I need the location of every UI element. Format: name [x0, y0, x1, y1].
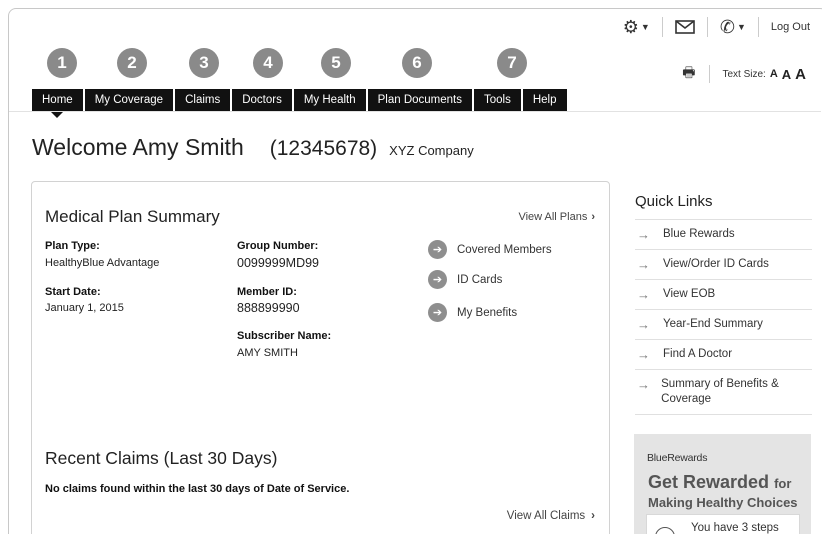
recent-claims-title: Recent Claims (Last 30 Days): [45, 448, 278, 468]
text-size-controls: 🖶 Text Size: A A A: [682, 62, 806, 86]
quick-link-summary-of-benefits[interactable]: → Summary of Benefits & Coverage: [635, 370, 812, 415]
arrow-right-circle-icon: ➔: [428, 270, 447, 289]
arrow-right-circle-icon: ➔: [428, 303, 447, 322]
quick-links-title: Quick Links: [635, 193, 713, 210]
arrow-right-circle-icon: ➔: [428, 240, 447, 259]
divider: [661, 17, 663, 37]
divider: [757, 17, 759, 37]
tab-doctors[interactable]: Doctors: [232, 89, 292, 111]
rewards-steps-text: You have 3 steps: [691, 522, 779, 534]
quick-link-find-doctor[interactable]: → Find A Doctor: [635, 340, 812, 370]
view-all-plans-link[interactable]: View All Plans ›: [518, 211, 595, 223]
quick-link-label: View/Order ID Cards: [663, 258, 769, 270]
tab-plan-documents[interactable]: Plan Documents: [367, 89, 472, 111]
member-id-label: Member ID:: [237, 286, 297, 298]
step-badge-5: 5: [321, 48, 351, 78]
arrow-right-icon: →: [637, 257, 650, 272]
tab-my-coverage[interactable]: My Coverage: [84, 89, 174, 111]
rewards-headline-for: for: [774, 476, 792, 491]
quick-link-label: Find A Doctor: [663, 348, 733, 360]
my-benefits-link[interactable]: ➔ My Benefits: [428, 303, 517, 322]
view-all-claims-label: View All Claims: [506, 510, 586, 522]
rewards-subheadline: Making Healthy Choices: [648, 495, 798, 510]
rewards-headline: Get Rewarded for: [648, 472, 791, 493]
arrow-right-icon: →: [637, 287, 650, 302]
rewards-promo[interactable]: BlueRewards Get Rewarded for Making Heal…: [634, 434, 811, 534]
quick-link-label: Summary of Benefits & Coverage: [661, 378, 779, 405]
messages-button[interactable]: [669, 16, 701, 38]
divider: [709, 65, 711, 83]
text-size-small[interactable]: A: [770, 68, 778, 80]
tab-home[interactable]: Home: [32, 89, 83, 118]
plan-type-value: HealthyBlue Advantage: [45, 257, 160, 269]
tab-claims[interactable]: Claims: [175, 89, 231, 111]
welcome-header: Welcome Amy Smith (12345678) XYZ Company: [32, 134, 474, 161]
chevron-right-icon: ›: [591, 211, 595, 223]
covered-members-link[interactable]: ➔ Covered Members: [428, 240, 552, 259]
print-icon[interactable]: 🖶: [682, 62, 695, 86]
plan-summary-title: Medical Plan Summary: [45, 207, 220, 226]
quick-link-label: View EOB: [663, 288, 716, 300]
phone-icon: ✆: [719, 16, 735, 37]
step-badge-7: 7: [497, 48, 527, 78]
gear-icon: ⚙: [622, 16, 639, 37]
text-size-large[interactable]: A: [795, 66, 806, 83]
text-size-label: Text Size:: [722, 68, 766, 80]
id-cards-label: ID Cards: [457, 273, 503, 286]
plan-type-label: Plan Type:: [45, 240, 100, 252]
chevron-down-icon: ▼: [736, 22, 746, 32]
no-claims-message: No claims found within the last 30 days …: [45, 483, 350, 495]
subscriber-name-value: AMY SMITH: [237, 347, 298, 359]
step-badge-2: 2: [117, 48, 147, 78]
phone-menu[interactable]: ✆ ▼: [714, 16, 752, 38]
subscriber-name-label: Subscriber Name:: [237, 330, 332, 342]
quick-link-label: Year-End Summary: [663, 318, 763, 330]
arrow-right-icon: →: [637, 227, 650, 242]
chevron-down-icon: ▼: [640, 22, 650, 32]
utility-bar: ⚙ ▼ ✆ ▼ Log Out: [617, 14, 810, 40]
arrow-right-icon: →: [637, 347, 650, 362]
rewards-steps-box: You have 3 steps: [646, 514, 800, 534]
clock-icon: [655, 527, 675, 534]
quick-link-id-cards[interactable]: → View/Order ID Cards: [635, 250, 812, 280]
text-size-medium[interactable]: A: [782, 67, 791, 82]
chevron-right-icon: ›: [591, 510, 595, 522]
member-number: (12345678): [269, 137, 378, 160]
id-cards-link[interactable]: ➔ ID Cards: [428, 270, 502, 289]
plan-summary-card: Medical Plan Summary View All Plans › Pla…: [31, 181, 610, 534]
tab-help[interactable]: Help: [522, 89, 567, 111]
tab-my-health[interactable]: My Health: [293, 89, 366, 111]
arrow-right-icon: →: [637, 377, 650, 392]
start-date-value: January 1, 2015: [45, 302, 124, 314]
quick-links-list: → Blue Rewards → View/Order ID Cards → View…: [635, 219, 812, 415]
step-badge-4: 4: [253, 48, 283, 78]
arrow-right-icon: →: [637, 317, 650, 332]
view-all-claims-link[interactable]: View All Claims ›: [507, 510, 595, 522]
quick-link-blue-rewards[interactable]: → Blue Rewards: [635, 220, 812, 250]
step-badge-6: 6: [402, 48, 432, 78]
company-name: XYZ Company: [389, 143, 474, 158]
settings-menu[interactable]: ⚙ ▼: [617, 16, 656, 38]
member-id-value: 888899990: [237, 301, 300, 315]
page-title: Welcome Amy Smith: [32, 134, 244, 160]
step-badge-3: 3: [189, 48, 219, 78]
envelope-icon: [675, 20, 695, 34]
rewards-headline-text: Get Rewarded: [648, 472, 770, 492]
rewards-brand: BlueRewards: [647, 452, 708, 464]
start-date-label: Start Date:: [45, 286, 101, 298]
group-number-value: 0099999MD99: [237, 256, 320, 270]
tab-tools[interactable]: Tools: [474, 89, 521, 111]
covered-members-label: Covered Members: [457, 243, 552, 256]
view-all-plans-label: View All Plans: [518, 211, 588, 223]
step-badge-1: 1: [47, 48, 77, 78]
quick-link-label: Blue Rewards: [663, 228, 735, 240]
nav-divider: [9, 111, 821, 112]
quick-link-view-eob[interactable]: → View EOB: [635, 280, 812, 310]
main-nav: Home My Coverage Claims Doctors My Healt…: [32, 89, 567, 118]
my-benefits-label: My Benefits: [457, 306, 518, 319]
quick-link-year-end-summary[interactable]: → Year-End Summary: [635, 310, 812, 340]
group-number-label: Group Number:: [237, 240, 319, 252]
divider: [706, 17, 708, 37]
logout-link[interactable]: Log Out: [765, 21, 810, 33]
